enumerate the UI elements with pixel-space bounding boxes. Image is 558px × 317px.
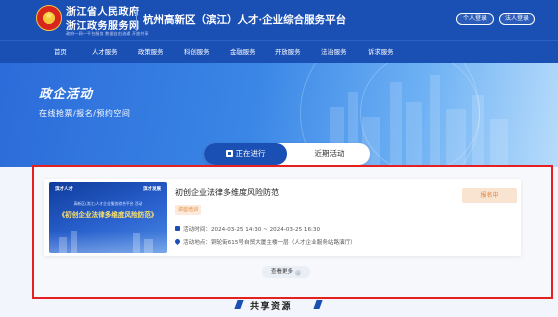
shared-resources-title: 共享资源 — [250, 302, 293, 312]
tab-recent[interactable]: 近期活动 — [289, 143, 370, 165]
calendar-icon — [225, 150, 233, 157]
nav-item-open[interactable]: 开放服务 — [275, 47, 301, 56]
banner-title: 政企活动 — [39, 86, 94, 101]
nav-item-home[interactable]: 首页 — [54, 47, 67, 56]
personal-login-button[interactable]: 个人登录 — [456, 13, 494, 25]
nav-item-science[interactable]: 科创服务 — [184, 47, 210, 56]
view-more-button[interactable]: 查看更多 ⌄ — [262, 266, 310, 278]
location-pin-icon — [173, 237, 182, 246]
top-header: 浙江省人民政府 浙江政务服务网 政府一网一平台服务 数据自由流通 开放共享 杭州… — [0, 0, 558, 40]
banner-building — [406, 102, 422, 167]
gov-service-network[interactable]: 浙江政务服务网 — [66, 17, 140, 32]
calendar-icon — [175, 226, 180, 231]
tab-ongoing-label: 正在进行 — [235, 149, 266, 158]
gov-name: 浙江省人民政府 — [66, 7, 140, 18]
chevron-down-icon: ⌄ — [295, 270, 301, 276]
banner-building — [472, 95, 484, 167]
nav-item-legal[interactable]: 法治服务 — [321, 47, 347, 56]
corporate-login-button[interactable]: 法人登录 — [499, 13, 535, 25]
header-divider — [136, 9, 137, 31]
banner-building — [430, 75, 440, 167]
nav-item-talent[interactable]: 人才服务 — [92, 47, 118, 56]
section-deco-left — [234, 300, 244, 309]
main-nav: 首页 人才服务 政策服务 科创服务 金融服务 开放服务 法治服务 诉求服务 — [0, 40, 558, 63]
banner-building — [390, 82, 402, 167]
activity-thumbnail[interactable]: 滨才人才 滨才发展 高新区(滨江)人才企业服务综合平台 活动 《初创企业法律多维… — [49, 182, 167, 253]
banner-subtitle: 在线抢票/报名/预约空间 — [39, 109, 131, 118]
activity-time-text: 活动时间：2024-03-25 14:30 ~ 2024-03-25 16:30 — [183, 227, 321, 233]
thumb-logo-left: 滨才人才 — [55, 187, 73, 192]
nav-item-policy[interactable]: 政策服务 — [138, 47, 164, 56]
thumb-logo-right: 滨才发展 — [143, 187, 161, 192]
thumb-title: 《初创企业法律多维度风险防范》 — [58, 211, 158, 219]
activity-location: 活动地点：铜轮街615号自贸大厦主楼一层（人才企业服务站路演厅） — [173, 237, 356, 246]
section-deco-right — [313, 300, 323, 309]
nav-item-finance[interactable]: 金融服务 — [230, 47, 256, 56]
national-emblem-icon — [36, 5, 62, 31]
activity-title[interactable]: 初创企业法律多维度风险防范 — [175, 187, 279, 198]
platform-title: 杭州高新区（滨江）人才·企业综合服务平台 — [143, 14, 347, 26]
activity-location-text: 活动地点：铜轮街615号自贸大厦主楼一层（人才企业服务站路演厅） — [183, 240, 356, 246]
activity-card[interactable]: 滨才人才 滨才发展 高新区(滨江)人才企业服务综合平台 活动 《初创企业法律多维… — [44, 179, 521, 256]
nav-item-appeal[interactable]: 诉求服务 — [368, 47, 394, 56]
registration-status-button[interactable]: 报名中 — [462, 188, 517, 203]
banner-building — [490, 119, 508, 167]
activity-tag: 讲座培训 — [175, 205, 202, 215]
tab-ongoing[interactable]: 正在进行 — [204, 143, 287, 165]
thumb-caption: 高新区(滨江)人才企业服务综合平台 活动 — [73, 201, 143, 206]
view-more-label: 查看更多 — [270, 269, 293, 275]
activity-tabs: 正在进行 近期活动 — [204, 143, 370, 165]
gov-tagline: 政府一网一平台服务 数据自由流通 开放共享 — [66, 31, 149, 36]
thumb-wave — [49, 231, 167, 253]
activity-time: 活动时间：2024-03-25 14:30 ~ 2024-03-25 16:30 — [175, 225, 320, 233]
banner-building — [446, 109, 466, 167]
